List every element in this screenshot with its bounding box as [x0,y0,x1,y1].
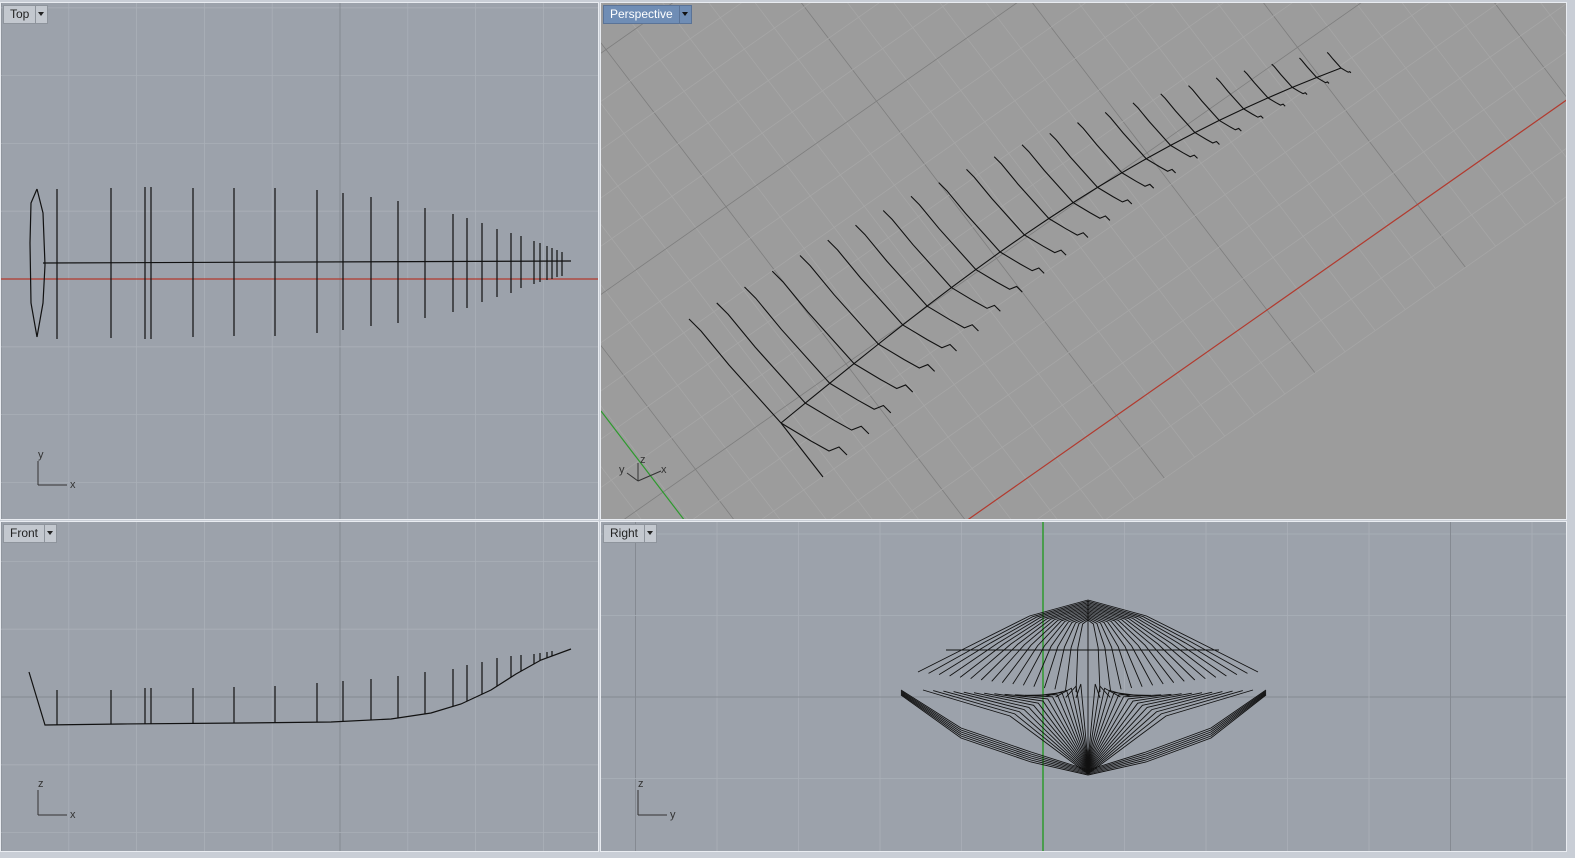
axis-x-label: x [661,464,667,476]
hull-profile [28,648,572,726]
status-strip [0,852,1575,858]
hull-sections-plan [29,187,572,339]
axis-y-label: y [619,464,625,476]
grid [601,3,1566,519]
viewport-tab-perspective[interactable]: Perspective [603,5,692,24]
perspective-view-canvas[interactable]: y z x [601,3,1567,520]
hull-sections-3d [688,52,1352,478]
viewport-perspective[interactable]: y z x Perspective [600,2,1567,520]
viewport-title[interactable]: Perspective [604,6,679,23]
axis-z-label: z [38,778,44,790]
right-view-canvas[interactable]: y z [601,522,1567,852]
viewport-title[interactable]: Front [4,525,44,542]
axis-triad-icon: y z x [619,454,667,482]
viewport-title[interactable]: Right [604,525,644,542]
axis-y-label: y [38,449,44,461]
viewport-tab-front[interactable]: Front [3,524,58,543]
axis-z-label: z [640,454,646,466]
chevron-down-icon[interactable] [678,6,691,23]
axis-z-label: z [638,778,644,790]
top-view-canvas[interactable]: x y [1,3,599,520]
chevron-down-icon[interactable] [644,525,656,542]
axis-triad-icon: x y [37,449,76,491]
axis-triad-icon: y z [637,778,676,821]
axis-x-label: x [70,479,76,491]
viewport-title[interactable]: Top [4,6,35,23]
axis-triad-icon: x z [37,778,76,821]
grid [601,522,1566,851]
chevron-down-icon[interactable] [35,6,47,23]
viewport-tab-right[interactable]: Right [603,524,658,543]
viewport-front[interactable]: x z Front [0,521,599,852]
front-view-canvas[interactable]: x z [1,522,599,852]
viewport-top[interactable]: x y Top [0,2,599,520]
axis-y-label: y [670,809,676,821]
grid [1,522,598,851]
viewport-tab-top[interactable]: Top [3,5,49,24]
chevron-down-icon[interactable] [44,525,56,542]
window-edge [1567,0,1575,858]
hull-body-plan [900,599,1267,776]
viewport-right[interactable]: y z Right [600,521,1567,852]
axis-x-label: x [70,809,76,821]
